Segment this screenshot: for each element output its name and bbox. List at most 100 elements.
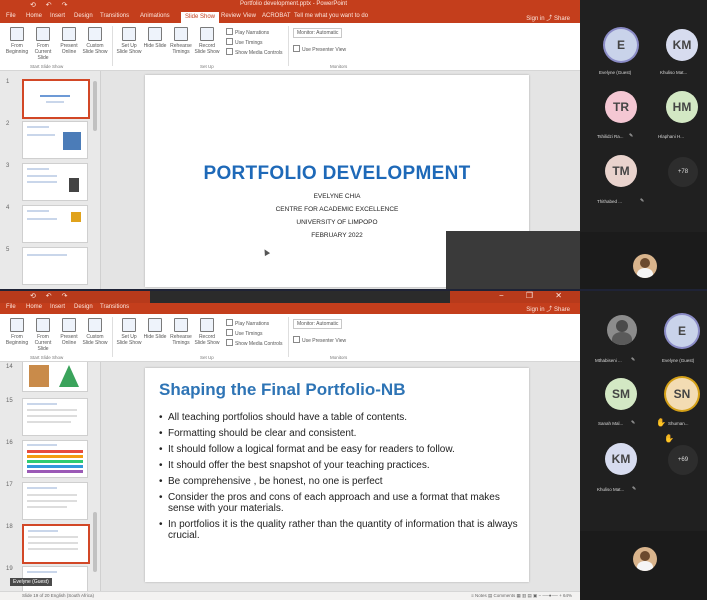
window-controls[interactable]: − ❐ ✕ [499,291,572,300]
tab-review[interactable]: Review [221,13,241,19]
tab-view[interactable]: View [243,13,256,19]
hide-slide-button[interactable]: Hide Slide [142,318,168,356]
more-participants-button[interactable]: +69 [668,445,698,475]
tell-me-search[interactable]: Tell me what you want to do [294,13,368,19]
avatar[interactable]: E [666,315,698,347]
show-media-controls-checkbox[interactable]: Show Media Controls [226,339,283,347]
quick-access-toolbar[interactable]: ⟲ ↶ ↷ [30,292,72,300]
present-online-button[interactable]: Present Online [56,318,82,356]
play-narrations-checkbox[interactable]: Play Narrations [226,319,269,327]
bullet-item: Consider the pros and cons of each appro… [159,492,529,514]
monitor-dropdown[interactable]: Monitor: Automatic [293,28,343,38]
title-overlay [150,291,450,303]
tab-transitions[interactable]: Transitions [100,304,129,310]
ribbon: From Beginning From Current Slide Presen… [0,314,580,362]
bullet-list: All teaching portfolios should have a ta… [159,412,529,546]
hide-slide-button[interactable]: Hide Slide [142,27,168,65]
bottom-screen-share: ⟲ ↶ ↷ − ❐ ✕ File Home Insert Design Tran… [0,291,707,600]
play-icon [36,318,50,332]
bullet-item: It should follow a logical format and be… [159,444,529,455]
thumbnail-scrollbar[interactable] [93,81,97,131]
tab-design[interactable]: Design [74,304,93,310]
quick-access-toolbar[interactable]: ⟲ ↶ ↷ [30,1,72,9]
current-slide[interactable]: Shaping the Final Portfolio-NB All teach… [145,368,529,582]
mic-muted-icon: ✎ [631,420,636,426]
participants-gallery: E Evelyne (Guest) KM Khuliso Mat... TR T… [580,0,707,290]
record-slide-show-button[interactable]: Record Slide Show [194,318,220,356]
record-icon [200,27,214,41]
avatar[interactable]: E [605,29,637,61]
mic-muted-icon: ✎ [631,357,636,363]
tab-home[interactable]: Home [26,304,42,310]
group-start-slide-show: Start Slide Show [30,64,64,69]
from-beginning-button[interactable]: From Beginning [4,318,30,356]
show-media-controls-checkbox[interactable]: Show Media Controls [226,48,283,56]
title-bar: ⟲ ↶ ↷ Portfolio development.pptx - Power… [0,0,580,12]
powerpoint-window: ⟲ ↶ ↷ Portfolio development.pptx - Power… [0,0,580,290]
use-timings-checkbox[interactable]: Use Timings [226,329,263,337]
tab-file[interactable]: File [6,304,16,310]
set-up-slide-show-button[interactable]: Set Up Slide Show [116,318,142,356]
group-monitors: Monitors [330,355,348,360]
participant-name: Mthabiseni ... [595,358,622,363]
globe-icon [62,27,76,41]
participants-gallery: Mthabiseni ... ✎ E Evelyne (Guest) SM Sa… [580,291,707,600]
presenter-view-checkbox[interactable]: Use Presenter View [293,336,346,344]
presenter-view-checkbox[interactable]: Use Presenter View [293,45,346,53]
from-current-slide-button[interactable]: From Current Slide [30,27,56,65]
slide-author: EVELYNE CHIA [313,193,361,200]
share-button[interactable]: Sign in ⤴ Share [526,304,570,313]
slide-editing-area: PORTFOLIO DEVELOPMENT EVELYNE CHIA CENTR… [101,71,580,290]
present-online-button[interactable]: Present Online [56,27,82,65]
record-icon [200,318,214,332]
avatar[interactable]: KM [666,29,698,61]
rehearse-timings-button[interactable]: Rehearse Timings [168,27,194,65]
ribbon-separator [112,26,113,66]
avatar[interactable]: TR [605,91,637,123]
tab-animations[interactable]: Animations [140,13,170,19]
self-view-photo [633,547,657,571]
bullet-item: It should offer the best snapshot of you… [159,460,529,471]
setup-icon [122,27,136,41]
avatar[interactable]: TM [605,155,637,187]
tab-design[interactable]: Design [74,13,93,19]
status-view-controls[interactable]: ≡ Notes ▤ Comments ▦ ▥ ▤ ▣ − ──●── + 64% [471,593,572,599]
participant-name: Tshilidzi Ra... [597,134,624,139]
tab-insert[interactable]: Insert [50,13,65,19]
slides-icon [88,318,102,332]
timer-icon [174,318,188,332]
group-set-up: Set Up [200,355,214,360]
video-overlay [446,231,580,290]
participant-name: Evelyne (Guest) [599,70,632,75]
group-monitors: Monitors [330,64,348,69]
avatar[interactable] [607,315,637,345]
tab-home[interactable]: Home [26,13,42,19]
avatar[interactable]: KM [605,443,637,475]
tab-transitions[interactable]: Transitions [100,13,129,19]
record-slide-show-button[interactable]: Record Slide Show [194,27,220,65]
avatar[interactable]: SM [605,378,637,410]
tab-insert[interactable]: Insert [50,304,65,310]
avatar[interactable]: SN [666,378,698,410]
set-up-slide-show-button[interactable]: Set Up Slide Show [116,27,142,65]
thumbnail-scrollbar[interactable] [93,512,97,572]
use-timings-checkbox[interactable]: Use Timings [226,38,263,46]
play-icon [10,27,24,41]
monitor-dropdown[interactable]: Monitor: Automatic [293,319,343,329]
from-current-slide-button[interactable]: From Current Slide [30,318,56,356]
tab-acrobat[interactable]: ACROBAT [262,13,291,19]
tab-slide-show[interactable]: Slide Show [181,12,220,23]
tab-file[interactable]: File [6,13,16,19]
custom-slide-show-button[interactable]: Custom Slide Show [82,318,108,356]
play-icon [36,27,50,41]
more-participants-button[interactable]: +78 [668,157,698,187]
custom-slide-show-button[interactable]: Custom Slide Show [82,27,108,65]
play-narrations-checkbox[interactable]: Play Narrations [226,28,269,36]
rehearse-timings-button[interactable]: Rehearse Timings [168,318,194,356]
ribbon-separator [288,317,289,357]
play-icon [10,318,24,332]
share-button[interactable]: Sign in ⤴ Share [526,13,570,22]
from-beginning-button[interactable]: From Beginning [4,27,30,65]
avatar[interactable]: HM [666,91,698,123]
slide-university: UNIVERSITY OF LIMPOPO [296,219,378,226]
